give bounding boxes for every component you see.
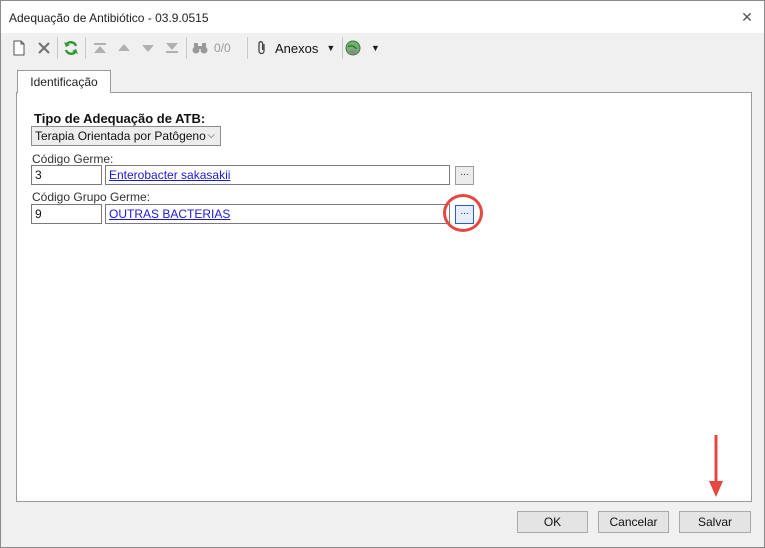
title-bar: Adequação de Antibiótico - 03.9.0515 ✕ bbox=[1, 1, 764, 33]
window-title: Adequação de Antibiótico - 03.9.0515 bbox=[9, 11, 209, 25]
annotation-highlight-circle bbox=[443, 194, 483, 232]
new-document-icon[interactable] bbox=[9, 37, 29, 59]
last-record-icon[interactable] bbox=[162, 37, 182, 59]
first-record-icon[interactable] bbox=[90, 37, 110, 59]
attachments-label: Anexos bbox=[275, 40, 319, 56]
record-counter: 0/0 bbox=[214, 41, 231, 55]
identification-panel bbox=[16, 92, 752, 502]
adequacy-type-label: Tipo de Adequação de ATB: bbox=[34, 111, 206, 126]
adequacy-type-value: Terapia Orientada por Patôgeno bbox=[35, 129, 206, 143]
attachments-button[interactable]: Anexos ▼ bbox=[255, 37, 341, 59]
paperclip-icon bbox=[258, 41, 265, 55]
refresh-icon[interactable] bbox=[61, 37, 81, 59]
globe-menu-button[interactable]: ▼ bbox=[345, 37, 387, 59]
annotation-arrow-icon bbox=[709, 435, 723, 497]
chevron-down-icon: ▼ bbox=[326, 43, 336, 53]
ok-button[interactable]: OK bbox=[517, 511, 588, 533]
germ-description-field[interactable]: Enterobacter sakasakii bbox=[105, 165, 450, 185]
toolbar-separator bbox=[186, 37, 187, 59]
germ-group-description-field[interactable]: OUTRAS BACTERIAS bbox=[105, 204, 450, 224]
germ-group-description-link[interactable]: OUTRAS BACTERIAS bbox=[109, 207, 230, 221]
toolbar-separator bbox=[85, 37, 86, 59]
save-button[interactable]: Salvar bbox=[679, 511, 751, 533]
cancel-button[interactable]: Cancelar bbox=[598, 511, 669, 533]
toolbar: 0/0 Anexos ▼ ▼ bbox=[1, 33, 764, 63]
toolbar-separator bbox=[247, 37, 248, 59]
germ-lookup-button[interactable]: ... bbox=[455, 166, 474, 185]
binoculars-icon[interactable] bbox=[190, 37, 210, 59]
toolbar-separator bbox=[57, 37, 58, 59]
germ-group-code-label: Código Grupo Germe: bbox=[32, 190, 151, 204]
toolbar-separator bbox=[342, 37, 343, 59]
delete-icon[interactable] bbox=[34, 37, 54, 59]
chevron-down-icon: ⌵ bbox=[207, 130, 215, 141]
germ-code-input[interactable]: 3 bbox=[31, 165, 102, 185]
previous-record-icon[interactable] bbox=[114, 37, 134, 59]
dialog-window: Adequação de Antibiótico - 03.9.0515 ✕ 0… bbox=[0, 0, 765, 548]
germ-group-code-input[interactable]: 9 bbox=[31, 204, 102, 224]
close-icon[interactable]: ✕ bbox=[738, 8, 756, 26]
tab-identificacao[interactable]: Identificação bbox=[17, 70, 111, 93]
globe-icon bbox=[345, 40, 361, 56]
chevron-down-icon: ▼ bbox=[371, 43, 380, 53]
adequacy-type-select[interactable]: Terapia Orientada por Patôgeno ⌵ bbox=[31, 126, 221, 146]
germ-code-label: Código Germe: bbox=[32, 152, 114, 166]
next-record-icon[interactable] bbox=[138, 37, 158, 59]
germ-description-link[interactable]: Enterobacter sakasakii bbox=[109, 168, 230, 182]
